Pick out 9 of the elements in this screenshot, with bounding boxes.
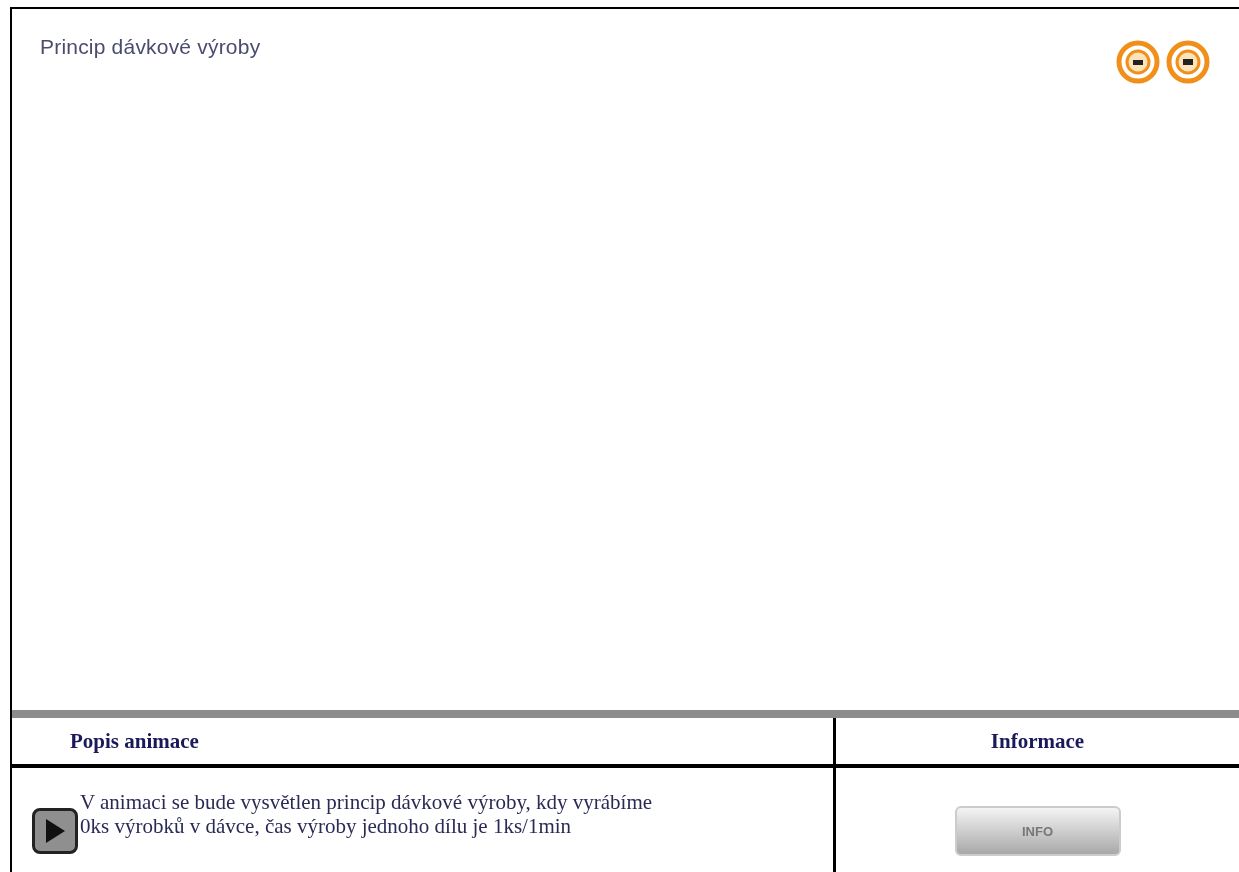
info-button[interactable]: INFO	[954, 806, 1121, 856]
close-icon[interactable]	[1165, 39, 1211, 85]
column-header: Informace	[834, 718, 1239, 766]
animation-description: V animaci se bude vysvětlen princip dávkové výroby, kdy vyrábíme 0ks výrobků v dávce, čas výroby jednoho dílu je 1ks/1min	[79, 790, 653, 838]
lesson-title: Princip dávkové výroby	[40, 35, 261, 59]
column-header: Popis animace	[12, 718, 835, 766]
play-icon	[43, 818, 67, 844]
minimize-icon[interactable]	[1115, 39, 1161, 85]
play-button[interactable]	[32, 808, 78, 854]
